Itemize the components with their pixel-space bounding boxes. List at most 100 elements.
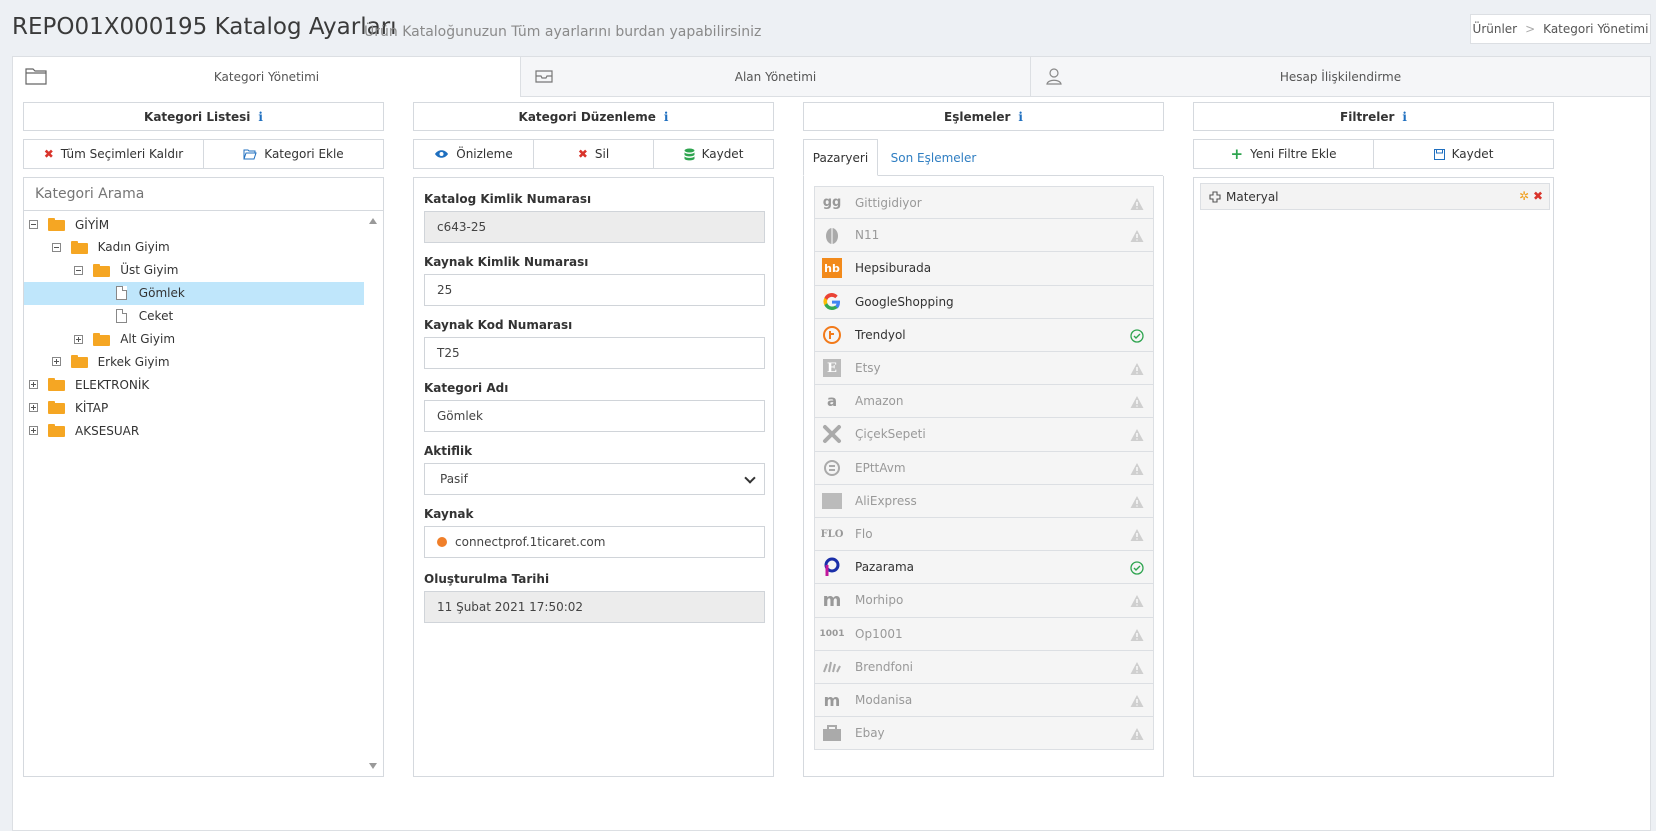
tree-node[interactable]: Gömlek (24, 281, 365, 305)
category-search-input[interactable] (24, 178, 383, 211)
marketplace-row[interactable]: ÇiçekSepeti (814, 418, 1154, 452)
add-category-button[interactable]: Kategori Ekle (203, 140, 383, 168)
scroll-up-icon[interactable] (369, 218, 377, 224)
tab-category-management[interactable]: Kategori Yönetimi (13, 57, 520, 97)
marketplace-logo-icon (821, 457, 843, 479)
marketplace-row[interactable]: m Modanisa (814, 684, 1154, 718)
file-icon (115, 286, 127, 301)
mappings-title: Eşlemeler (944, 109, 1011, 124)
marketplace-row[interactable]: 1001 Op1001 (814, 617, 1154, 651)
marketplace-logo-icon: gg (822, 195, 842, 211)
tree-node-label: AKSESUAR (75, 423, 140, 438)
tab-recent-mappings[interactable]: Son Eşlemeler (881, 139, 986, 176)
filters-panel: Materyal ✲ ✖ (1193, 177, 1554, 777)
active-select[interactable]: Pasif (424, 463, 765, 495)
marketplace-row[interactable]: gg Gittigidiyor (814, 186, 1154, 220)
tree-node[interactable]: ELEKTRONİK (24, 373, 365, 396)
expand-icon[interactable] (29, 403, 38, 413)
tree-node[interactable]: Alt Giyim (24, 328, 365, 351)
marketplace-row[interactable]: E Etsy (814, 352, 1154, 386)
folder-open-icon (243, 149, 257, 159)
collapse-icon[interactable] (51, 242, 61, 252)
active-label: Aktiflik (424, 444, 473, 458)
clear-selections-button[interactable]: ✖ Tüm Seçimleri Kaldır (24, 140, 203, 168)
tree-node-label: Üst Giyim (120, 263, 179, 278)
tree-node[interactable]: Üst Giyim (24, 259, 365, 282)
warning-icon (1130, 728, 1144, 741)
info-icon[interactable]: i (1018, 110, 1023, 124)
expand-icon[interactable] (74, 334, 84, 344)
tree-scrollbar[interactable] (364, 211, 383, 776)
source-code-field[interactable]: T25 (424, 337, 765, 369)
tree-node[interactable]: GİYİM (24, 213, 365, 236)
check-circle-icon (1130, 561, 1144, 575)
tree-node[interactable]: Ceket (24, 305, 365, 328)
marketplace-row[interactable]: Pazarama (814, 551, 1154, 585)
marketplace-name: GoogleShopping (855, 294, 954, 309)
category-name-field[interactable]: Gömlek (424, 400, 765, 432)
collapse-icon[interactable] (74, 265, 84, 275)
marketplace-name: Modanisa (855, 693, 913, 708)
marketplace-row[interactable]: FLO Flo (814, 518, 1154, 552)
expand-icon[interactable] (29, 380, 38, 390)
marketplace-logo-icon: 1001 (819, 628, 845, 639)
mappings-tabs: Pazaryeri Son Eşlemeler (803, 139, 1163, 176)
category-tree-panel: GİYİM Kadın Giyim Üst Giyim Gömlek Ceket Alt … (23, 177, 384, 777)
tab-marketplaces[interactable]: Pazaryeri (803, 139, 878, 176)
marketplace-name: N11 (855, 228, 880, 243)
collapse-icon[interactable] (29, 220, 38, 229)
marketplace-logo-icon: FLO (820, 528, 844, 540)
source-field: connectprof.1ticaret.com (424, 526, 765, 558)
marketplace-row[interactable]: AliExpress (814, 484, 1154, 518)
folder-icon (93, 263, 111, 277)
filter-item-material[interactable]: Materyal ✲ ✖ (1200, 183, 1550, 210)
tree-node[interactable]: KİTAP (24, 396, 365, 419)
marketplace-row[interactable]: EPttAvm (814, 451, 1154, 485)
marketplace-row[interactable]: Brendfoni (814, 650, 1154, 684)
gear-icon[interactable]: ✲ (1519, 189, 1529, 203)
info-icon[interactable]: i (1402, 110, 1407, 124)
created-label: Oluşturulma Tarihi (424, 572, 550, 586)
source-id-field[interactable]: 25 (424, 274, 765, 306)
expand-icon[interactable] (51, 357, 61, 367)
tree-node[interactable]: Erkek Giyim (24, 350, 365, 373)
marketplace-row[interactable]: Trendyol (814, 318, 1154, 352)
close-icon[interactable]: ✖ (1533, 189, 1543, 203)
delete-button[interactable]: ✖ Sil (533, 140, 653, 168)
add-category-label: Kategori Ekle (264, 147, 344, 161)
close-icon: ✖ (577, 147, 588, 161)
expand-icon[interactable] (29, 426, 38, 436)
marketplace-row[interactable]: a Amazon (814, 385, 1154, 419)
main-panel: Kategori Yönetimi Alan Yönetimi Hesap İl… (12, 56, 1651, 831)
tab-field-management[interactable]: Alan Yönetimi (520, 57, 1030, 97)
scroll-down-icon[interactable] (369, 763, 377, 769)
marketplace-row[interactable]: hb Hepsiburada (814, 252, 1154, 286)
tree-node[interactable]: AKSESUAR (24, 419, 365, 442)
marketplace-row[interactable]: N11 (814, 219, 1154, 253)
breadcrumb-link-products[interactable]: Ürünler (1473, 22, 1518, 36)
marketplace-name: EPttAvm (855, 460, 906, 475)
info-icon[interactable]: i (258, 110, 263, 124)
tree-node-label: Alt Giyim (120, 332, 176, 346)
source-id-label: Kaynak Kimlik Numarası (424, 255, 589, 269)
active-select-value: Pasif (440, 472, 468, 486)
marketplace-row[interactable]: m Morhipo (814, 584, 1154, 618)
add-filter-button[interactable]: + Yeni Filtre Ekle (1194, 140, 1373, 168)
marketplace-logo-icon (821, 722, 843, 744)
marketplace-row[interactable]: Ebay (814, 717, 1154, 751)
info-icon[interactable]: i (664, 110, 669, 124)
marketplace-logo-icon: m (822, 589, 842, 611)
save-button[interactable]: Kaydet (653, 140, 773, 168)
database-icon (684, 148, 695, 160)
preview-button[interactable]: Önizleme (414, 140, 533, 168)
tab-label: Alan Yönetimi (734, 69, 817, 84)
save-filters-button[interactable]: Kaydet (1373, 140, 1553, 168)
folder-outline-icon (25, 68, 47, 85)
breadcrumb-current: Kategori Yönetimi (1543, 22, 1649, 36)
tab-account-linking[interactable]: Hesap İlişkilendirme (1030, 57, 1650, 97)
warning-icon (1130, 363, 1144, 375)
marketplace-row[interactable]: GoogleShopping (814, 285, 1154, 319)
warning-icon (1130, 495, 1144, 508)
tree-node[interactable]: Kadın Giyim (24, 236, 365, 259)
category-edit-form: Katalog Kimlik Numarası c643-25 Kaynak K… (413, 177, 774, 777)
